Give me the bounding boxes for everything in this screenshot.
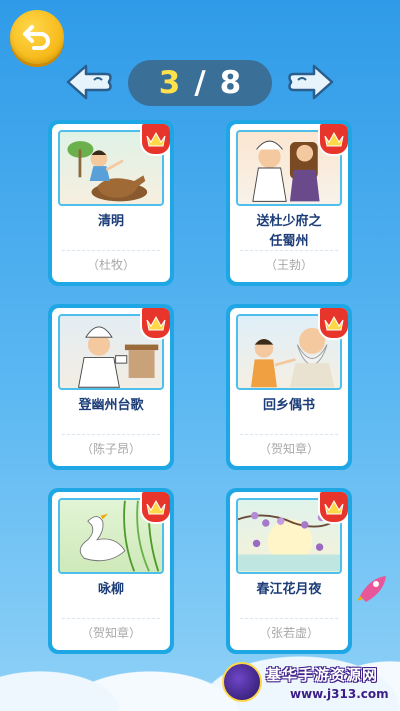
right-arrow-icon: [288, 64, 334, 100]
poem-card-huixiang-oushu[interactable]: 回乡偶书 （贺知章）: [226, 304, 352, 470]
premium-crown-badge: [318, 492, 348, 524]
card-body: 咏柳 （贺知章）: [52, 492, 170, 650]
card-body: 送杜少府之 任蜀州 （王勃）: [230, 124, 348, 282]
poem-author: （张若虚）: [258, 626, 319, 640]
divider: [240, 250, 338, 251]
back-button[interactable]: [10, 10, 64, 64]
crown-icon: [324, 499, 344, 515]
premium-crown-badge: [318, 124, 348, 156]
site-watermark: 基华手游资源网 www.j313.com: [222, 655, 398, 709]
premium-crown-badge: [140, 124, 170, 156]
page-indicator: 3 / 8: [128, 60, 272, 106]
poem-title: 咏柳: [97, 582, 124, 597]
poem-author: （王勃）: [264, 258, 313, 272]
poem-author: （贺知章）: [80, 626, 141, 640]
crown-icon: [324, 131, 344, 147]
poem-title: 清明: [97, 214, 124, 229]
poem-author: （陈子昂）: [80, 442, 141, 456]
rocket-icon: [357, 576, 386, 602]
card-body: 清明 （杜牧）: [52, 124, 170, 282]
premium-crown-badge: [318, 308, 348, 340]
crown-icon: [146, 315, 166, 331]
poem-title: 春江花月夜: [256, 582, 322, 597]
divider: [62, 618, 160, 619]
watermark-text: 基华手游资源网 www.j313.com: [266, 664, 389, 701]
poem-card-yongliu[interactable]: 咏柳 （贺知章）: [48, 488, 174, 654]
watermark-logo-icon: [222, 662, 262, 702]
back-arrow-icon: [23, 25, 50, 50]
poem-author: （贺知章）: [258, 442, 319, 456]
current-page: 3: [158, 65, 181, 101]
watermark-name: 基华手游资源网: [266, 665, 379, 684]
page-separator: /: [194, 65, 206, 101]
pager: 3 / 8: [0, 58, 400, 108]
premium-crown-badge: [140, 308, 170, 340]
poem-title: 送杜少府之 任蜀州: [256, 214, 322, 249]
divider: [240, 434, 338, 435]
divider: [240, 618, 338, 619]
left-arrow-icon: [66, 64, 112, 100]
poem-card-song-du-shaofu[interactable]: 送杜少府之 任蜀州 （王勃）: [226, 120, 352, 286]
card-body: 春江花月夜 （张若虚）: [230, 492, 348, 650]
poem-title: 登幽州台歌: [78, 398, 144, 413]
next-page-button[interactable]: [286, 62, 336, 102]
card-body: 回乡偶书 （贺知章）: [230, 308, 348, 466]
poem-card-qingming[interactable]: 清明 （杜牧）: [48, 120, 174, 286]
crown-icon: [146, 499, 166, 515]
poem-card-deng-youzhou[interactable]: 登幽州台歌 （陈子昂）: [48, 304, 174, 470]
total-pages: 8: [219, 65, 242, 101]
prev-page-button[interactable]: [64, 62, 114, 102]
poem-title: 回乡偶书: [262, 398, 315, 413]
crown-icon: [146, 131, 166, 147]
crown-icon: [324, 315, 344, 331]
premium-crown-badge: [140, 492, 170, 524]
watermark-url: www.j313.com: [290, 686, 389, 701]
poem-card-chunjiang-huayueye[interactable]: 春江花月夜 （张若虚）: [226, 488, 352, 654]
poem-author: （杜牧）: [86, 258, 135, 272]
divider: [62, 250, 160, 251]
divider: [62, 434, 160, 435]
card-body: 登幽州台歌 （陈子昂）: [52, 308, 170, 466]
